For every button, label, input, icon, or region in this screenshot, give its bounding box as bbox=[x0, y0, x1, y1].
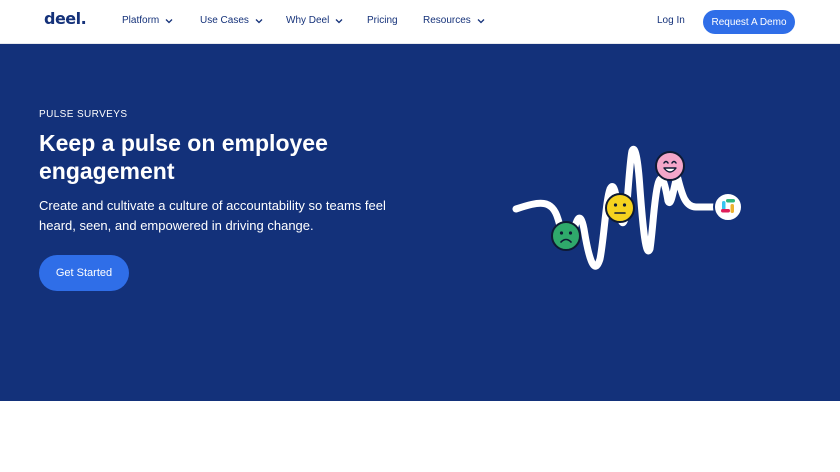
nav-item-label: Platform bbox=[122, 15, 160, 26]
nav-item-resources[interactable]: Resources bbox=[423, 15, 485, 26]
nav-item-label: Resources bbox=[423, 15, 471, 26]
request-demo-button[interactable]: Request A Demo bbox=[703, 10, 795, 34]
nav-item-why-deel[interactable]: Why Deel bbox=[286, 15, 343, 26]
nav-item-use-cases[interactable]: Use Cases bbox=[200, 15, 263, 26]
sad-face-icon bbox=[551, 221, 581, 251]
hero-description: Create and cultivate a culture of accoun… bbox=[39, 198, 386, 233]
section-eyebrow: PULSE SURVEYS bbox=[39, 109, 128, 120]
happy-face-icon bbox=[655, 151, 685, 181]
nav-item-label: Pricing bbox=[367, 15, 398, 26]
nav-item-label: Use Cases bbox=[200, 15, 249, 26]
chevron-down-icon bbox=[165, 17, 173, 25]
pulse-illustration bbox=[512, 145, 743, 270]
page-title: Keep a pulse on employee engagement bbox=[39, 130, 328, 184]
chevron-down-icon bbox=[477, 17, 485, 25]
hero-section: PULSE SURVEYS Keep a pulse on employee e… bbox=[0, 44, 840, 401]
neutral-face-icon bbox=[605, 193, 635, 223]
chevron-down-icon bbox=[335, 17, 343, 25]
get-started-button[interactable]: Get Started bbox=[39, 255, 129, 291]
slack-logo-icon bbox=[713, 192, 743, 222]
chevron-down-icon bbox=[255, 17, 263, 25]
deel-logo[interactable]: deel. bbox=[44, 9, 87, 28]
nav-item-platform[interactable]: Platform bbox=[122, 15, 173, 26]
nav-item-label: Why Deel bbox=[286, 15, 330, 26]
top-navbar: deel. Platform Use Cases Why Deel Pricin… bbox=[0, 0, 840, 44]
nav-item-pricing[interactable]: Pricing bbox=[367, 15, 398, 26]
login-link[interactable]: Log In bbox=[657, 15, 685, 26]
